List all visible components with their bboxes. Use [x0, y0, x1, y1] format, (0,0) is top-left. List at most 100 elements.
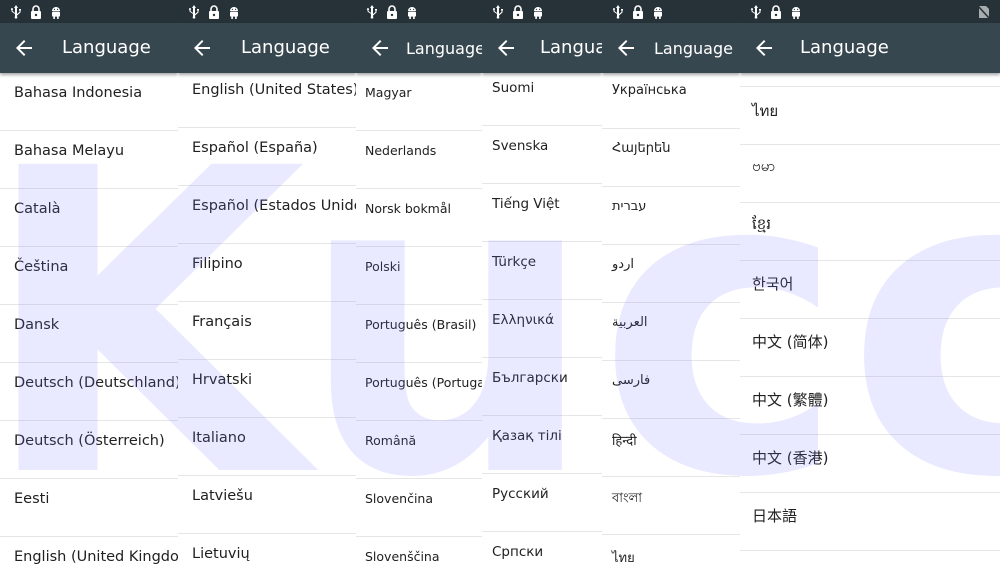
- language-label: 한국어: [752, 275, 794, 293]
- page-title: Language: [800, 37, 889, 58]
- android-icon: [654, 6, 662, 19]
- arrow-back-icon[interactable]: [494, 36, 518, 60]
- android-icon: [534, 6, 542, 19]
- language-item[interactable]: Català: [0, 189, 178, 247]
- language-item[interactable]: Svenska: [482, 126, 602, 184]
- language-label: Български: [492, 370, 568, 386]
- language-item[interactable]: Deutsch (Deutschland): [0, 363, 178, 421]
- language-item[interactable]: Bahasa Melayu: [0, 131, 178, 189]
- app-bar: Language: [740, 23, 1000, 73]
- language-item[interactable]: Tiếng Việt: [482, 184, 602, 242]
- arrow-back-icon[interactable]: [190, 36, 214, 60]
- language-item[interactable]: Italiano: [178, 418, 356, 476]
- language-item[interactable]: Español (Estados Unidos): [178, 186, 356, 244]
- language-item[interactable]: Русский: [482, 474, 602, 532]
- language-item[interactable]: Türkçe: [482, 242, 602, 300]
- language-item[interactable]: Български: [482, 358, 602, 416]
- language-item[interactable]: Čeština: [0, 247, 178, 305]
- settings-panel-4: Language Suomi Svenska Tiếng Việt Türkçe Ελλ…: [482, 0, 602, 576]
- language-item[interactable]: ไทย: [602, 535, 740, 576]
- language-label: ไทย: [612, 551, 635, 566]
- page-title: Language: [62, 37, 151, 58]
- language-item[interactable]: Filipino: [178, 244, 356, 302]
- language-label: Lietuvių: [192, 546, 250, 562]
- language-item[interactable]: Polski: [356, 247, 482, 305]
- usb-icon: [367, 4, 377, 19]
- language-item[interactable]: Bahasa Indonesia: [0, 73, 178, 131]
- language-item[interactable]: Français: [178, 302, 356, 360]
- language-label: Українська: [612, 83, 687, 98]
- language-item[interactable]: اردو: [602, 245, 740, 303]
- language-item[interactable]: हिन्दी: [602, 419, 740, 477]
- language-item[interactable]: Hrvatski: [178, 360, 356, 418]
- arrow-back-icon[interactable]: [614, 36, 638, 60]
- status-bar: [178, 0, 356, 23]
- language-list: বাংলাไทยဗမာខ្មែរ한국어中文 (简体)中文 (繁體)中文 (香港)…: [740, 43, 1000, 576]
- language-label: Filipino: [192, 256, 243, 272]
- usb-icon: [189, 4, 199, 19]
- language-item[interactable]: English (United Kingdom): [0, 537, 178, 576]
- language-label: Svenska: [492, 138, 549, 154]
- app-bar: Language: [0, 23, 178, 73]
- language-item[interactable]: ខ្មែរ: [740, 203, 1000, 261]
- language-item[interactable]: 한국어: [740, 261, 1000, 319]
- language-item[interactable]: 日本語: [740, 493, 1000, 551]
- language-item[interactable]: Latviešu: [178, 476, 356, 534]
- language-label: Italiano: [192, 430, 246, 446]
- language-item[interactable]: Українська: [602, 71, 740, 129]
- app-bar: Language: [482, 23, 602, 73]
- language-item[interactable]: Dansk: [0, 305, 178, 363]
- language-item[interactable]: Қазақ тілі: [482, 416, 602, 474]
- language-item[interactable]: বাংলা: [602, 477, 740, 535]
- language-item[interactable]: 中文 (香港): [740, 435, 1000, 493]
- language-item[interactable]: Nederlands: [356, 131, 482, 189]
- arrow-back-icon[interactable]: [752, 36, 776, 60]
- arrow-back-icon[interactable]: [368, 36, 392, 60]
- android-icon: [52, 6, 60, 19]
- language-list: Українська Հայերեն עברית اردو العربية فارسی हि…: [602, 73, 740, 576]
- language-item[interactable]: Deutsch (Österreich): [0, 421, 178, 479]
- language-item[interactable]: Հայերեն: [602, 129, 740, 187]
- language-item[interactable]: Slovenščina: [356, 537, 482, 576]
- lock-icon: [771, 4, 781, 19]
- lock-icon: [209, 4, 219, 19]
- language-item[interactable]: Ελληνικά: [482, 300, 602, 358]
- status-bar: [740, 0, 1000, 23]
- lock-icon: [387, 4, 397, 19]
- language-label: Français: [192, 314, 252, 330]
- arrow-back-icon[interactable]: [12, 36, 36, 60]
- language-label: Norsk bokmål: [365, 201, 451, 216]
- language-item[interactable]: Suomi: [482, 68, 602, 126]
- language-item[interactable]: فارسی: [602, 361, 740, 419]
- language-label: ဗမာ: [752, 157, 776, 175]
- language-item[interactable]: العربية: [602, 303, 740, 361]
- language-item[interactable]: Português (Brasil): [356, 305, 482, 363]
- status-bar: [482, 0, 602, 23]
- language-label: 中文 (繁體): [752, 391, 829, 409]
- language-item[interactable]: Eesti: [0, 479, 178, 537]
- language-item[interactable]: Română: [356, 421, 482, 479]
- language-item[interactable]: Српски: [482, 532, 602, 576]
- android-icon: [230, 6, 238, 19]
- settings-panel-2: Language English (United States) Español …: [178, 0, 356, 576]
- language-item[interactable]: Português (Portugal): [356, 363, 482, 421]
- language-item[interactable]: 中文 (繁體): [740, 377, 1000, 435]
- language-item[interactable]: 中文 (简体): [740, 319, 1000, 377]
- usb-icon: [11, 4, 21, 19]
- language-label: Suomi: [492, 80, 535, 96]
- language-item[interactable]: ဗမာ: [740, 145, 1000, 203]
- language-item[interactable]: Lietuvių: [178, 534, 356, 576]
- language-label: Eesti: [14, 491, 50, 507]
- language-item[interactable]: English (United States): [178, 70, 356, 128]
- language-item[interactable]: Norsk bokmål: [356, 189, 482, 247]
- lock-icon: [633, 4, 643, 19]
- android-icon: [792, 6, 800, 19]
- language-label: Català: [14, 201, 61, 217]
- language-item[interactable]: Español (España): [178, 128, 356, 186]
- language-item[interactable]: Magyar: [356, 73, 482, 131]
- usb-icon: [751, 4, 761, 19]
- language-item[interactable]: Slovenčina: [356, 479, 482, 537]
- language-item[interactable]: ไทย: [740, 87, 1000, 145]
- language-item[interactable]: עברית: [602, 187, 740, 245]
- language-label: فارسی: [612, 373, 651, 388]
